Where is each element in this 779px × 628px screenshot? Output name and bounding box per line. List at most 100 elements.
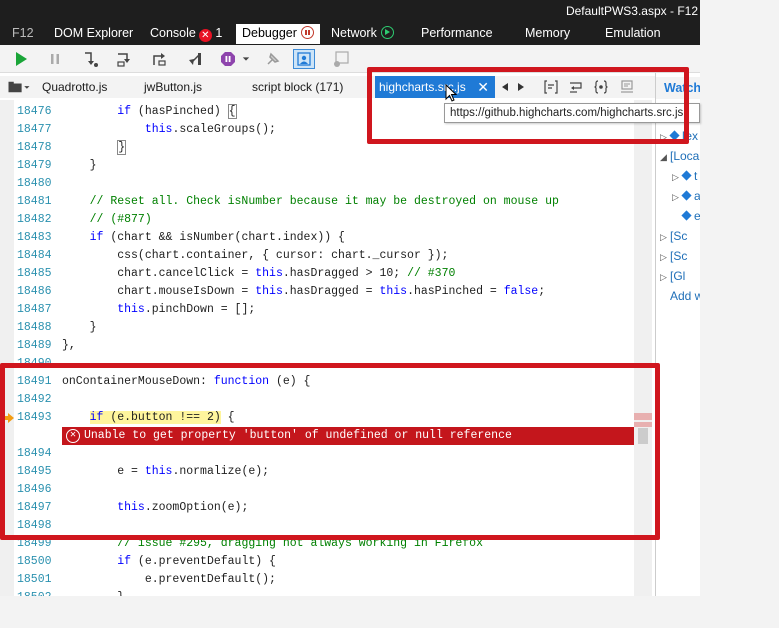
- exception-behavior-button[interactable]: [217, 49, 239, 69]
- watch-row-e[interactable]: e: [681, 207, 700, 225]
- collapse-caret-icon: ◢: [660, 152, 667, 162]
- code-line[interactable]: 18500 if (e.preventDefault) {: [0, 553, 655, 571]
- watch-row-scope-1[interactable]: ▷ [Sc: [660, 227, 687, 245]
- line-number[interactable]: 18484: [17, 247, 57, 265]
- expand-caret-icon: ▷: [672, 192, 679, 202]
- step-over-button[interactable]: [113, 49, 135, 69]
- line-text: }: [117, 140, 127, 155]
- object-icon: [681, 190, 692, 201]
- step-into-button[interactable]: [80, 49, 102, 69]
- line-number[interactable]: 18486: [17, 283, 57, 301]
- code-line[interactable]: 18501 e.preventDefault();: [0, 571, 655, 589]
- file-tab-script-block[interactable]: script block (171): [252, 76, 343, 98]
- play-icon: [16, 52, 27, 66]
- line-number[interactable]: 18480: [17, 175, 57, 193]
- watch-row-this[interactable]: ▷ t: [672, 167, 697, 185]
- expand-caret-icon: ▷: [660, 252, 667, 262]
- line-number[interactable]: 18502: [17, 589, 57, 596]
- paused-indicator-icon: [300, 26, 314, 39]
- watches-pane: Watches ▷[ex ◢[Loca ▷t ▷a e ▷[Sc ▷[Sc ▷[…: [655, 73, 700, 596]
- code-line[interactable]: 18502 }: [0, 589, 655, 596]
- code-line[interactable]: 18479 }: [0, 157, 655, 175]
- chevron-down-icon: [242, 57, 250, 61]
- line-text: e.preventDefault();: [62, 573, 276, 586]
- object-icon: [681, 170, 692, 181]
- tab-debugger[interactable]: Debugger: [236, 24, 320, 44]
- code-line[interactable]: 18486 chart.mouseIsDown = this.hasDragge…: [0, 283, 655, 301]
- expand-caret-icon: ▷: [672, 172, 679, 182]
- code-line[interactable]: 18487 this.pinchDown = [];: [0, 301, 655, 319]
- line-text: if (hasPinched) {: [117, 104, 237, 119]
- code-line[interactable]: 18483 if (chart && isNumber(chart.index)…: [0, 229, 655, 247]
- tab-console[interactable]: Console ✕ 1: [150, 24, 222, 44]
- line-number[interactable]: 18477: [17, 121, 57, 139]
- line-number[interactable]: 18478: [17, 139, 57, 157]
- tab-dom-explorer[interactable]: DOM Explorer: [54, 24, 133, 44]
- line-text: chart.cancelClick = this.hasDragged > 10…: [62, 267, 456, 280]
- step-out-icon: [153, 53, 166, 66]
- code-line[interactable]: 18482 // (#877): [0, 211, 655, 229]
- console-error-count: 1: [215, 26, 223, 40]
- line-number[interactable]: 18479: [17, 157, 57, 175]
- code-line[interactable]: 18485 chart.cancelClick = this.hasDragge…: [0, 265, 655, 283]
- line-number[interactable]: 18482: [17, 211, 57, 229]
- line-text: this.scaleGroups();: [144, 123, 276, 136]
- line-number[interactable]: 18487: [17, 301, 57, 319]
- step-over-icon: [117, 53, 130, 67]
- folder-icon: [8, 81, 30, 93]
- step-back-icon: [189, 53, 201, 65]
- watch-row-global[interactable]: ▷ [Gl: [660, 267, 685, 285]
- step-out-button[interactable]: [148, 49, 170, 69]
- annotation-box-tab: [367, 67, 689, 144]
- line-text: chart.mouseIsDown = this.hasDragged = th…: [62, 285, 546, 298]
- continue-button[interactable]: [10, 49, 32, 69]
- just-my-code-button[interactable]: [293, 49, 315, 69]
- console-error-icon: ✕: [198, 29, 212, 42]
- tab-memory[interactable]: Memory: [525, 24, 570, 44]
- line-number[interactable]: 18483: [17, 229, 57, 247]
- code-line[interactable]: 18481 // Reset all. Check isNumber becau…: [0, 193, 655, 211]
- line-number[interactable]: 18489: [17, 337, 57, 355]
- devtools-tab-bar: DefaultPWS3.aspx - F12 F12 DOM Explorer …: [0, 0, 700, 45]
- object-icon: [681, 210, 692, 221]
- line-number[interactable]: 18476: [17, 103, 57, 121]
- break-on-new-worker-button[interactable]: [183, 49, 205, 69]
- tab-performance[interactable]: Performance: [421, 24, 493, 44]
- add-watch-link[interactable]: Add w: [670, 287, 700, 305]
- line-number[interactable]: 18488: [17, 319, 57, 337]
- file-tab-jwbutton[interactable]: jwButton.js: [144, 76, 202, 98]
- line-number[interactable]: 18500: [17, 553, 57, 571]
- line-text: }: [62, 159, 97, 172]
- exception-dropdown[interactable]: [241, 49, 251, 69]
- watch-row-locals[interactable]: ◢ [Loca: [660, 147, 699, 165]
- file-tab-quadrotto[interactable]: Quadrotto.js: [42, 76, 107, 98]
- line-text: css(chart.container, { cursor: chart._cu…: [62, 249, 449, 262]
- tab-network[interactable]: Network: [331, 24, 394, 44]
- expand-caret-icon: ▷: [660, 272, 667, 282]
- watch-row-arguments[interactable]: ▷ a: [672, 187, 700, 205]
- line-number[interactable]: 18501: [17, 571, 57, 589]
- disable-breakpoints-button[interactable]: [262, 49, 284, 69]
- break-button[interactable]: [44, 49, 66, 69]
- line-text: }: [62, 589, 124, 596]
- line-text: if (chart && isNumber(chart.index)) {: [89, 231, 345, 244]
- pause-icon: [51, 54, 59, 64]
- line-number[interactable]: 18485: [17, 265, 57, 283]
- code-line[interactable]: 18484 css(chart.container, { cursor: cha…: [0, 247, 655, 265]
- code-line[interactable]: 18480: [0, 175, 655, 193]
- line-text: this.pinchDown = [];: [117, 303, 256, 316]
- line-number[interactable]: 18481: [17, 193, 57, 211]
- line-text: // (#877): [89, 213, 152, 226]
- code-line[interactable]: 18489},: [0, 337, 655, 355]
- just-my-code-icon: [297, 52, 311, 66]
- pin-icon: [267, 52, 280, 65]
- tab-f12: F12: [12, 26, 34, 40]
- open-document-button[interactable]: [6, 79, 32, 95]
- edit-breakpoint-button[interactable]: [330, 49, 352, 69]
- exception-stop-icon: [221, 52, 235, 66]
- code-line[interactable]: 18488 }: [0, 319, 655, 337]
- line-text: }: [62, 321, 97, 334]
- tab-emulation[interactable]: Emulation: [605, 24, 661, 44]
- line-text: },: [62, 339, 76, 352]
- watch-row-scope-2[interactable]: ▷ [Sc: [660, 247, 687, 265]
